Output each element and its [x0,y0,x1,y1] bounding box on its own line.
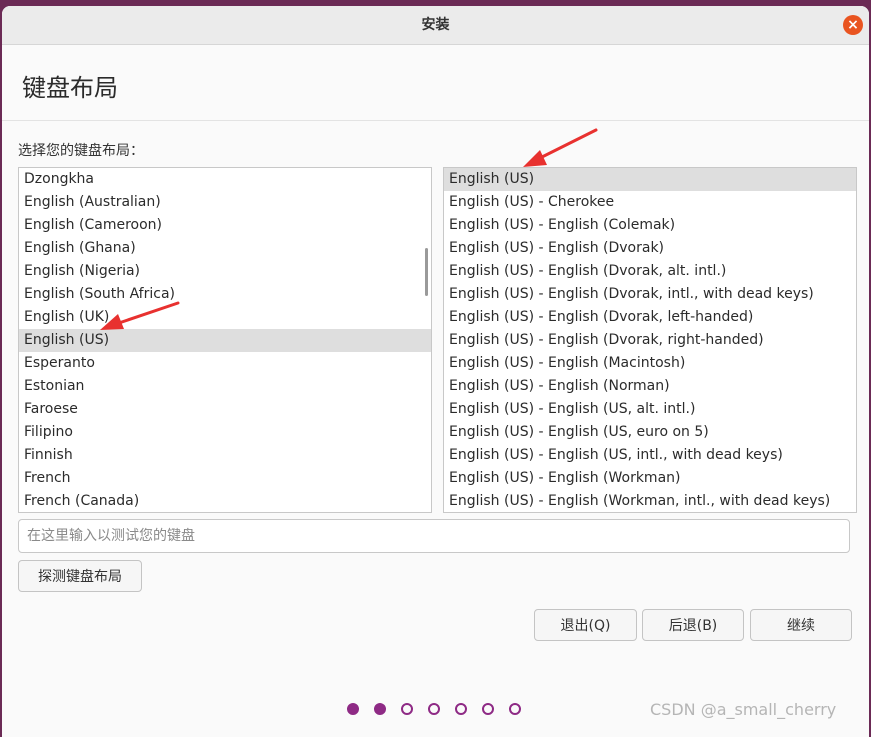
layout-item-english-nigeria[interactable]: English (Nigeria) [19,260,431,283]
step-dot-5 [455,703,467,715]
layout-item-faroese[interactable]: Faroese [19,398,431,421]
layout-item-finnish[interactable]: Finnish [19,444,431,467]
variant-item-english-us-english-us-intl-with-dead-keys[interactable]: English (US) - English (US, intl., with … [444,444,856,467]
variant-item-english-us-english-dvorak-left-handed[interactable]: English (US) - English (Dvorak, left-han… [444,306,856,329]
continue-button[interactable]: 继续 [750,609,852,641]
variant-item-english-us-english-dvorak-right-handed[interactable]: English (US) - English (Dvorak, right-ha… [444,329,856,352]
layout-item-english-ghana[interactable]: English (Ghana) [19,237,431,260]
layout-item-english-us[interactable]: English (US) [19,329,431,352]
variant-item-english-us[interactable]: English (US) [444,168,856,191]
layout-item-french-canada[interactable]: French (Canada) [19,490,431,512]
layout-item-filipino[interactable]: Filipino [19,421,431,444]
header-divider [2,120,869,121]
variant-item-english-us-english-workman[interactable]: English (US) - English (Workman) [444,467,856,490]
layout-item-english-cameroon[interactable]: English (Cameroon) [19,214,431,237]
variant-item-english-us-english-dvorak-alt-intl[interactable]: English (US) - English (Dvorak, alt. int… [444,260,856,283]
step-dot-7 [509,703,521,715]
layout-item-english-uk[interactable]: English (UK) [19,306,431,329]
step-dot-6 [482,703,494,715]
step-dot-3 [401,703,413,715]
title-bar: 安装 × [2,6,869,45]
layout-item-english-south-africa[interactable]: English (South Africa) [19,283,431,306]
variant-item-english-us-english-norman[interactable]: English (US) - English (Norman) [444,375,856,398]
close-icon[interactable]: × [843,15,863,35]
keyboard-variant-list[interactable]: English (US) English (US) - Cherokee Engli… [443,167,857,513]
watermark: CSDN @a_small_cherry [650,700,837,719]
variant-item-english-us-english-us-euro-on-5[interactable]: English (US) - English (US, euro on 5) [444,421,856,444]
installer-window: 安装 × 键盘布局 选择您的键盘布局： Dzongkha English (Aus… [2,6,869,737]
layout-item-esperanto[interactable]: Esperanto [19,352,431,375]
step-dot-4 [428,703,440,715]
layout-item-english-australian[interactable]: English (Australian) [19,191,431,214]
quit-button[interactable]: 退出(Q) [534,609,637,641]
variant-item-english-us-english-colemak[interactable]: English (US) - English (Colemak) [444,214,856,237]
variant-item-english-us-cherokee[interactable]: English (US) - Cherokee [444,191,856,214]
variant-item-english-us-english-dvorak-intl-with-dead-keys[interactable]: English (US) - English (Dvorak, intl., w… [444,283,856,306]
window-title: 安装 [421,17,450,33]
page-title: 键盘布局 [22,74,118,102]
variant-item-english-us-english-workman-intl-with-dead-keys[interactable]: English (US) - English (Workman, intl., … [444,490,856,512]
detect-layout-button[interactable]: 探测键盘布局 [18,560,142,592]
layout-item-french[interactable]: French [19,467,431,490]
variant-item-english-us-english-macintosh[interactable]: English (US) - English (Macintosh) [444,352,856,375]
layout-item-estonian[interactable]: Estonian [19,375,431,398]
variant-item-english-us-english-dvorak[interactable]: English (US) - English (Dvorak) [444,237,856,260]
layout-list-scrollbar[interactable] [425,248,428,296]
variant-item-english-us-english-us-alt-intl[interactable]: English (US) - English (US, alt. intl.) [444,398,856,421]
keyboard-test-input[interactable] [18,519,850,553]
back-button[interactable]: 后退(B) [642,609,744,641]
layout-prompt: 选择您的键盘布局： [18,143,144,159]
step-dot-1 [347,703,359,715]
keyboard-layout-list[interactable]: Dzongkha English (Australian) English (Cam… [18,167,432,513]
layout-item-dzongkha[interactable]: Dzongkha [19,168,431,191]
step-dot-2 [374,703,386,715]
